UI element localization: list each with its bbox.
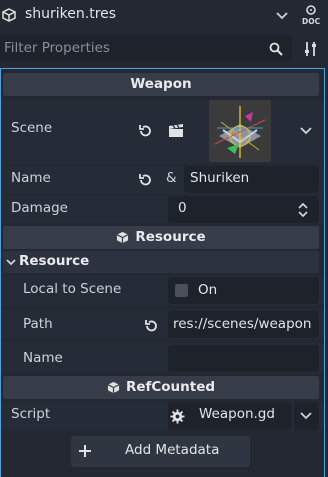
local-to-scene-value: On (198, 282, 218, 298)
property-label-scene: Scene (11, 120, 53, 136)
script-resource-picker[interactable]: Weapon.gd (168, 402, 292, 430)
gear-icon (169, 408, 185, 424)
chevron-down-icon (6, 257, 16, 267)
group-header-resource[interactable]: Resource (3, 251, 319, 273)
property-row-script: Script Weapon.gd (1, 402, 324, 430)
group-title-resource: Resource (19, 253, 90, 269)
local-to-scene-checkbox[interactable]: On (168, 277, 319, 304)
property-label-script: Script (11, 406, 51, 422)
revert-icon[interactable] (137, 123, 153, 139)
object-cube-icon (107, 381, 120, 394)
path-input-value: res://scenes/weapon (173, 316, 312, 332)
path-input[interactable]: res://scenes/weapon (168, 311, 319, 338)
chevron-down-icon[interactable] (299, 124, 313, 138)
property-row-damage: Damage 0 (1, 196, 324, 223)
revert-icon[interactable] (143, 318, 159, 334)
script-dropdown-button[interactable] (294, 402, 319, 430)
plus-icon (77, 443, 93, 459)
string-name-prefix: & (166, 170, 177, 186)
property-row-scene: Scene (1, 100, 324, 164)
property-label-name: Name (11, 170, 51, 186)
packed-scene-icon (167, 123, 185, 139)
section-title-weapon: Weapon (130, 76, 192, 92)
property-row-name: Name & Shuriken (1, 166, 324, 194)
chevron-down-icon (300, 412, 312, 420)
filter-placeholder: Filter Properties (4, 40, 110, 56)
damage-spinbox[interactable]: 0 (168, 196, 319, 223)
scene-preview-thumbnail[interactable] (209, 100, 271, 162)
filter-properties-input[interactable]: Filter Properties (0, 35, 292, 62)
doc-label: DOC (302, 17, 321, 26)
section-header-refcounted[interactable]: RefCounted (3, 376, 319, 399)
revert-icon[interactable] (137, 172, 153, 188)
checkbox-box[interactable] (175, 284, 188, 297)
property-tools-icon[interactable] (302, 40, 320, 58)
section-header-resource[interactable]: Resource (3, 226, 319, 249)
chevron-down-icon[interactable] (274, 8, 290, 24)
resource-bar: shuriken.tres DOC (0, 0, 328, 32)
property-label-damage: Damage (11, 200, 68, 216)
name-input[interactable]: Shuriken (184, 166, 319, 193)
section-header-weapon[interactable]: Weapon (3, 73, 319, 96)
damage-value: 0 (178, 200, 187, 216)
add-metadata-button[interactable]: Add Metadata (71, 436, 250, 467)
spinbox-arrows-icon[interactable] (296, 201, 310, 219)
doc-button[interactable]: DOC (300, 4, 322, 28)
name-input-value: Shuriken (190, 170, 250, 186)
property-label-path: Path (23, 316, 53, 332)
section-title-resource: Resource (135, 229, 206, 245)
property-row-resource-name: Name (1, 343, 324, 373)
search-icon (268, 41, 284, 57)
resource-name-input[interactable] (168, 345, 319, 372)
property-row-path: Path res://scenes/weapon (1, 309, 324, 339)
property-row-local-to-scene: Local to Scene On (1, 276, 324, 305)
resource-cube-icon (1, 7, 17, 23)
property-label-resource-name: Name (23, 350, 63, 366)
add-metadata-label: Add Metadata (125, 442, 220, 458)
property-label-local-to-scene: Local to Scene (23, 281, 122, 297)
inspector-panel: Weapon Scene Name & Shuriken Damage 0 Re… (0, 68, 325, 477)
resource-file-name[interactable]: shuriken.tres (25, 6, 116, 22)
section-title-refcounted: RefCounted (125, 379, 216, 395)
script-value: Weapon.gd (199, 406, 275, 422)
resource-cube-icon (116, 231, 129, 244)
